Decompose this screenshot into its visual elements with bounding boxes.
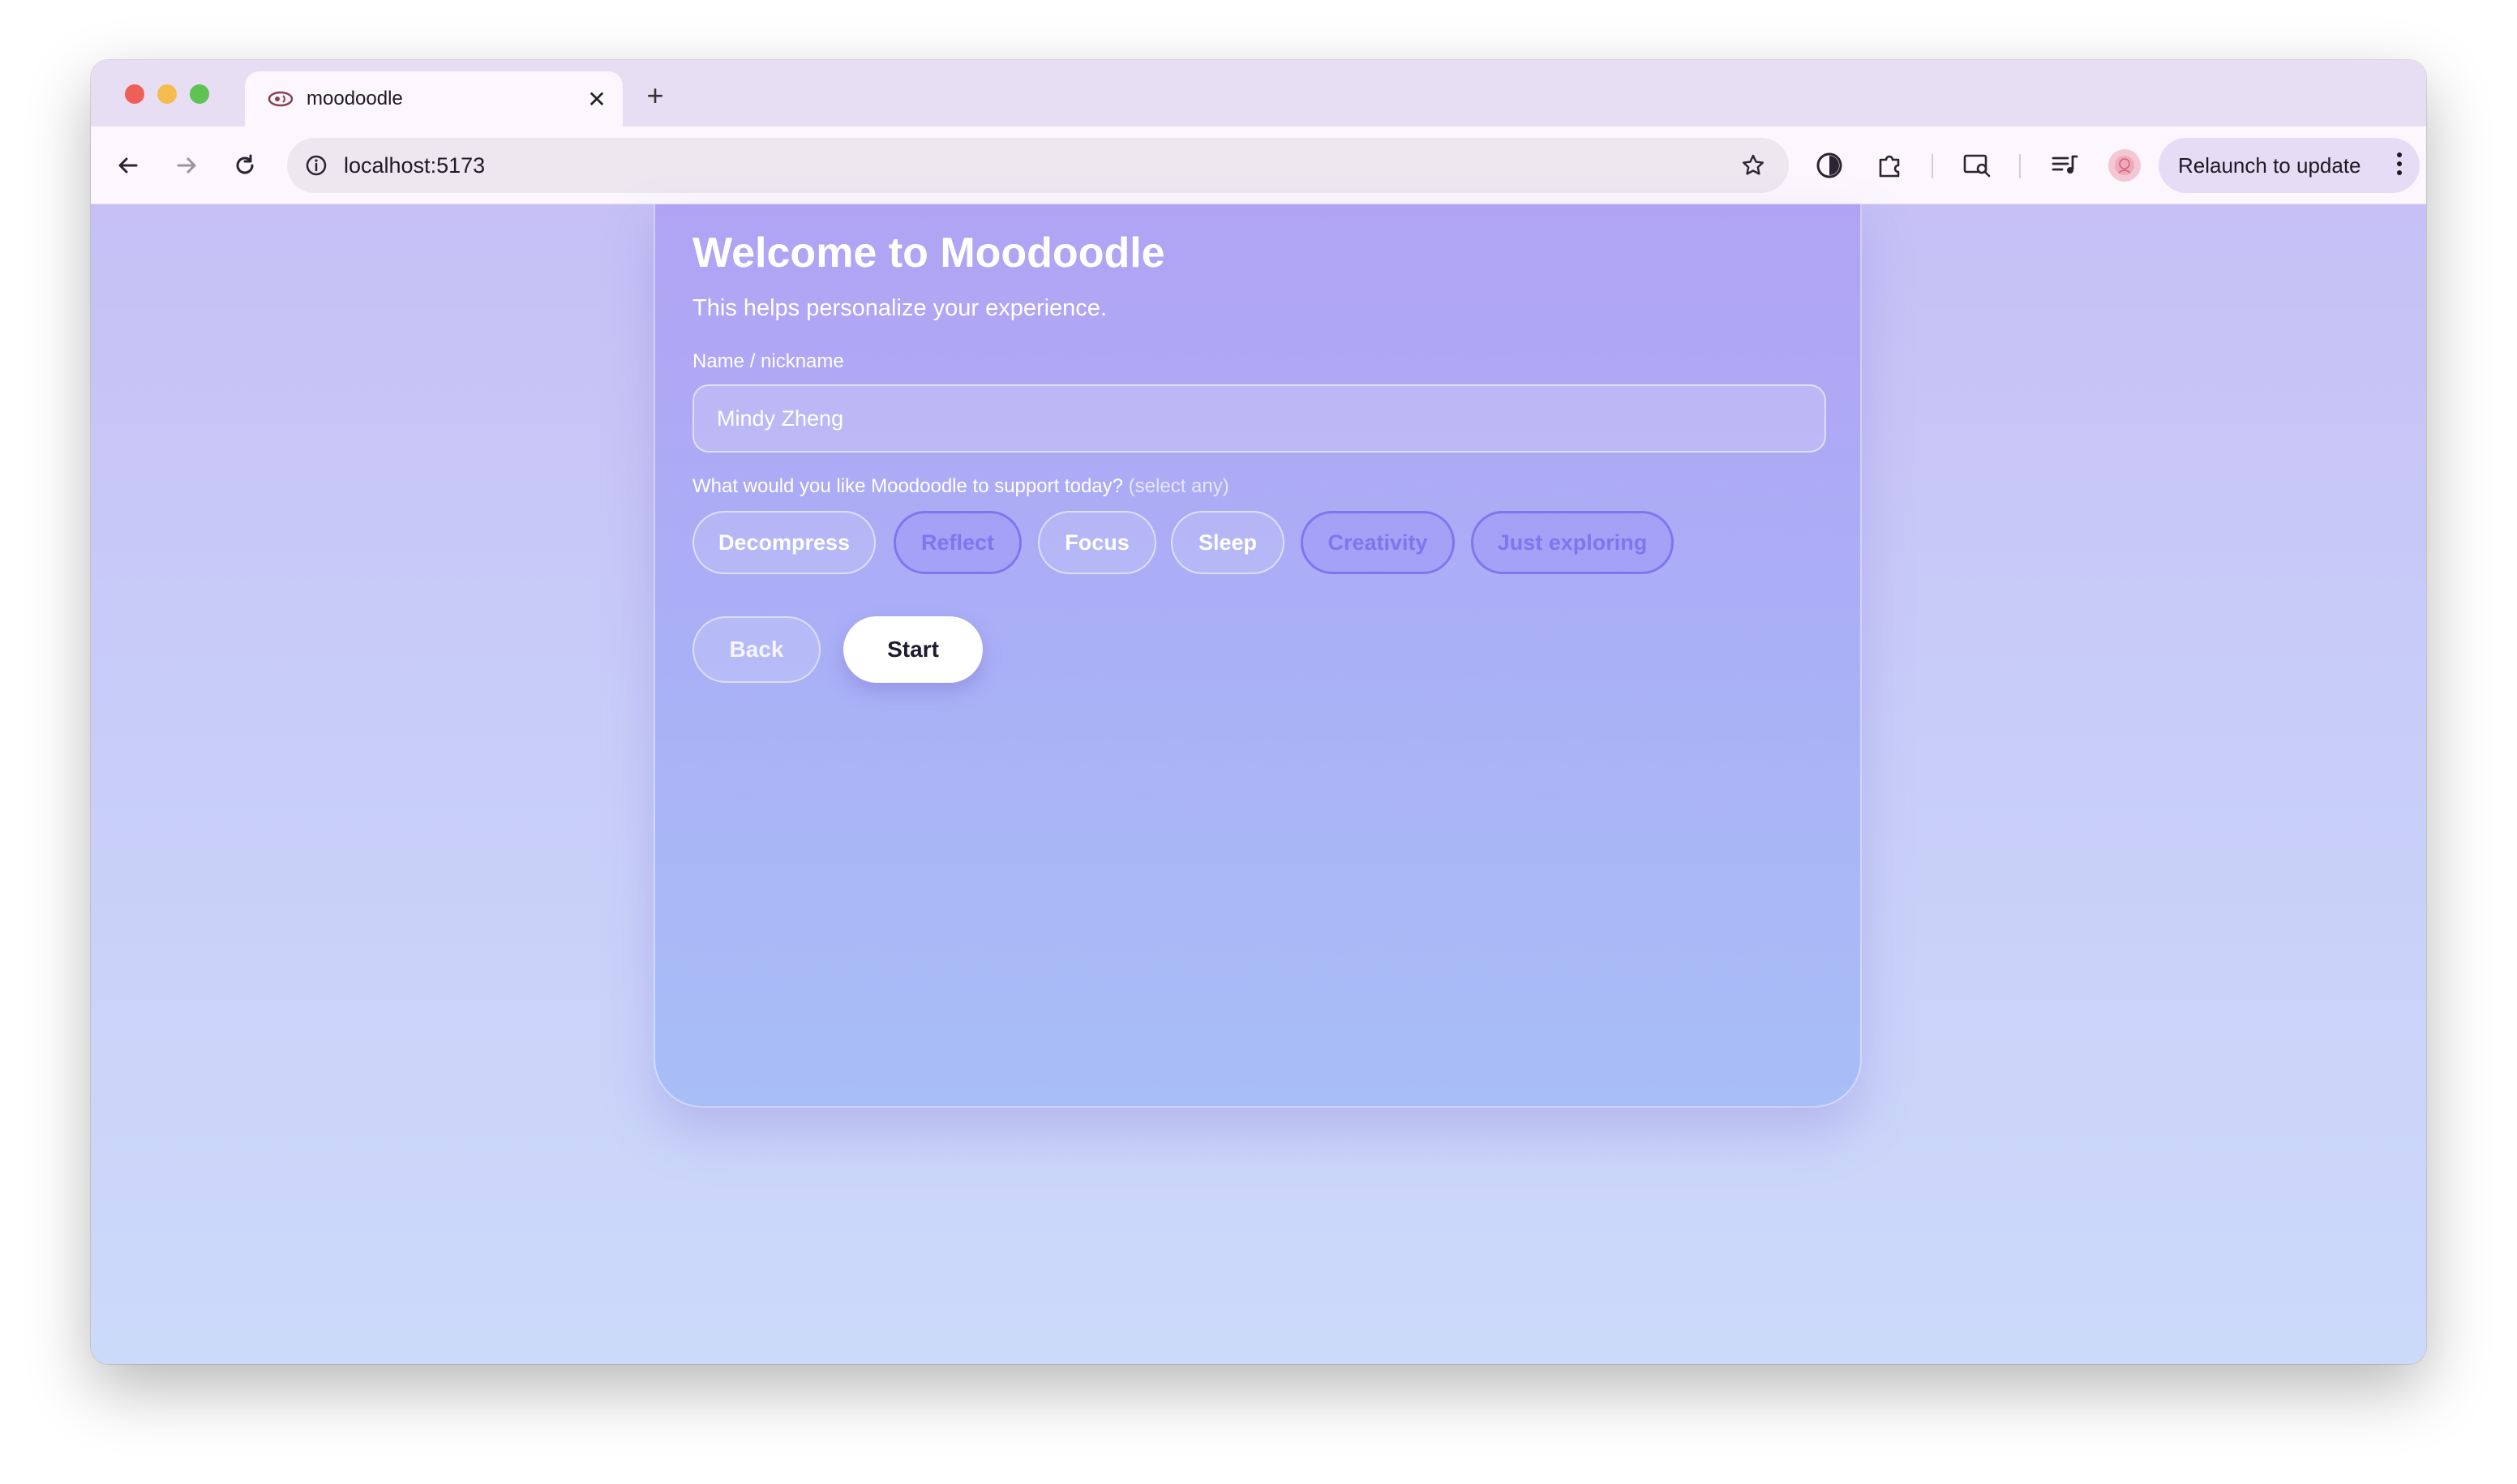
option-focus[interactable]: Focus (1038, 511, 1156, 574)
option-just-exploring[interactable]: Just exploring (1471, 511, 1674, 574)
toolbar-divider (1932, 154, 1933, 178)
bookmark-star-icon[interactable] (1739, 151, 1768, 180)
option-creativity[interactable]: Creativity (1301, 511, 1455, 574)
extensions-puzzle-icon[interactable] (1873, 149, 1906, 182)
back-button[interactable]: Back (692, 616, 821, 683)
support-hint: (select any) (1128, 475, 1229, 497)
support-question: What would you like Moodoodle to support… (692, 475, 1229, 498)
page-viewport: Welcome to Moodoodle This helps personal… (91, 204, 2426, 1364)
option-decompress[interactable]: Decompress (692, 511, 876, 574)
browser-window: moodoodle ✕ + localhost:5173 Relaunch to… (91, 60, 2426, 1364)
tab-strip: moodoodle ✕ + (91, 60, 2426, 127)
profile-avatar-icon[interactable] (2108, 149, 2141, 182)
site-info-icon[interactable] (302, 151, 331, 180)
new-tab-button[interactable]: + (637, 78, 673, 114)
close-window-button[interactable] (125, 84, 144, 104)
support-question-text: What would you like Moodoodle to support… (692, 475, 1123, 497)
page-title: Welcome to Moodoodle (692, 229, 1165, 277)
address-bar[interactable]: localhost:5173 (287, 138, 1789, 193)
page-subtitle: This helps personalize your experience. (692, 295, 1107, 321)
option-reflect[interactable]: Reflect (894, 511, 1022, 574)
name-input[interactable] (692, 384, 1826, 452)
start-button[interactable]: Start (843, 616, 983, 683)
vpn-shield-icon[interactable] (1813, 149, 1846, 182)
relaunch-to-update-button[interactable]: Relaunch to update (2159, 138, 2420, 193)
forward-arrow-icon[interactable] (170, 149, 203, 182)
toolbar-divider (2019, 154, 2021, 178)
browser-toolbar: localhost:5173 Relaunch to update (91, 127, 2426, 204)
search-tab-icon[interactable] (1961, 149, 1993, 182)
minimize-window-button[interactable] (157, 84, 177, 104)
relaunch-label: Relaunch to update (2178, 152, 2361, 178)
tab-title: moodoodle (307, 88, 403, 109)
option-sleep[interactable]: Sleep (1171, 511, 1284, 574)
media-controls-icon[interactable] (2048, 149, 2081, 182)
more-menu-icon[interactable] (2397, 152, 2402, 175)
reload-icon[interactable] (229, 149, 261, 182)
moodoodle-favicon-icon (266, 87, 295, 111)
welcome-card: Welcome to Moodoodle This helps personal… (654, 204, 1862, 1108)
tab-moodoodle[interactable]: moodoodle ✕ (245, 71, 623, 127)
url-text[interactable]: localhost:5173 (344, 153, 485, 178)
maximize-window-button[interactable] (190, 84, 209, 104)
back-arrow-icon[interactable] (112, 149, 144, 182)
name-field-label: Name / nickname (692, 350, 844, 372)
tab-close-icon[interactable]: ✕ (585, 87, 608, 112)
